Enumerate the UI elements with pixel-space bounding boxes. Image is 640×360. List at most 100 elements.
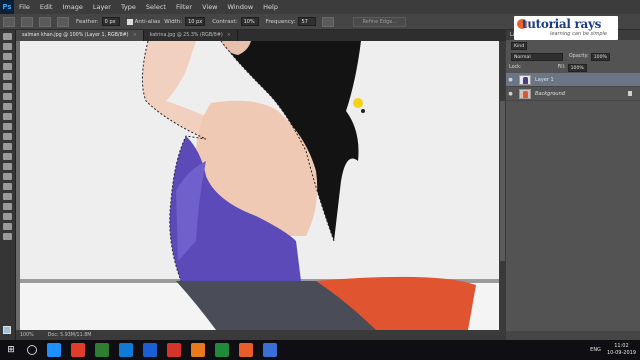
quick-select-tool-icon[interactable]: [3, 63, 12, 70]
tab-katrina[interactable]: katrina.jpg @ 25.3% (RGB/8#) ×: [144, 30, 238, 41]
hand-tool-icon[interactable]: [3, 213, 12, 220]
task-view-icon[interactable]: [47, 343, 61, 357]
layers-panel-footer: [506, 331, 640, 340]
path-select-tool-icon[interactable]: [3, 193, 12, 200]
language-indicator[interactable]: ENG: [590, 347, 601, 353]
blur-tool-icon[interactable]: [3, 153, 12, 160]
feather-input[interactable]: 0 px: [101, 17, 120, 26]
blend-mode-select[interactable]: Normal: [511, 52, 563, 61]
type-tool-icon[interactable]: [3, 183, 12, 190]
clock[interactable]: 11:02 10-09-2019: [607, 343, 636, 357]
zoom-level[interactable]: 100%: [20, 333, 34, 338]
antialias-label: Anti-alias: [134, 18, 161, 25]
fill-input[interactable]: 100%: [567, 63, 587, 72]
refine-edge-button[interactable]: Refine Edge...: [353, 16, 407, 27]
add-selection-icon[interactable]: [39, 16, 51, 27]
layer-filter-row: Kind: [506, 40, 640, 51]
watermark-subtitle: learning can be simple: [550, 31, 607, 37]
contrast-input[interactable]: 10%: [240, 17, 259, 26]
layer-row-background[interactable]: ● Background: [506, 87, 640, 101]
feather-label: Feather:: [76, 18, 99, 25]
tutorial-rays-watermark: tutorial rays learning can be simple: [514, 16, 618, 40]
eye-icon[interactable]: ●: [506, 91, 515, 97]
windows-taskbar: ⊞ ENG 11:02 10-09-2019: [0, 340, 640, 360]
magnetic-lasso-icon[interactable]: [3, 16, 15, 27]
menu-select[interactable]: Select: [141, 3, 171, 11]
clock-time: 11:02: [614, 343, 629, 349]
powerpoint-icon[interactable]: [191, 343, 205, 357]
vertical-scrollbar[interactable]: [499, 41, 506, 330]
document-canvas[interactable]: [16, 41, 499, 330]
new-selection-icon[interactable]: [21, 16, 33, 27]
width-input[interactable]: 10 px: [185, 17, 206, 26]
eye-icon[interactable]: ●: [506, 77, 515, 83]
tab-salman-khan[interactable]: salman khan.jpg @ 100% (Layer 1, RGB/8#)…: [16, 30, 144, 41]
history-brush-tool-icon[interactable]: [3, 123, 12, 130]
frequency-label: Frequency:: [265, 18, 296, 25]
layer-row-layer-1[interactable]: ● Layer 1: [506, 73, 640, 87]
menu-type[interactable]: Type: [116, 3, 141, 11]
menu-view[interactable]: View: [197, 3, 222, 11]
shape-tool-icon[interactable]: [3, 203, 12, 210]
menu-image[interactable]: Image: [57, 3, 87, 11]
close-icon[interactable]: ×: [133, 33, 137, 38]
photoshop-window: Ps File Edit Image Layer Type Select Fil…: [0, 0, 640, 360]
menu-bar: Ps File Edit Image Layer Type Select Fil…: [0, 0, 640, 14]
doc-size: Doc: 5.93M/11.8M: [47, 332, 92, 338]
stamp-tool-icon[interactable]: [3, 113, 12, 120]
opera-icon[interactable]: [71, 343, 85, 357]
layer-name[interactable]: Background: [535, 91, 565, 97]
photoshop-task-icon[interactable]: [119, 343, 133, 357]
brush-tool-icon[interactable]: [3, 103, 12, 110]
tab-label: salman khan.jpg @ 100% (Layer 1, RGB/8#): [22, 33, 129, 38]
close-icon[interactable]: ×: [227, 33, 231, 38]
blend-row: Normal Opacity: 100%: [506, 51, 640, 62]
opacity-label: Opacity:: [569, 54, 589, 59]
clock-date: 10-09-2019: [606, 350, 636, 356]
windows-start-icon[interactable]: ⊞: [0, 345, 22, 355]
file-explorer-icon[interactable]: [95, 343, 109, 357]
pen-tool-icon[interactable]: [3, 173, 12, 180]
foreground-color-swatch[interactable]: [3, 326, 11, 334]
menu-help[interactable]: Help: [258, 3, 283, 11]
dodge-tool-icon[interactable]: [3, 163, 12, 170]
antialias-checkbox[interactable]: [126, 18, 133, 25]
opacity-input[interactable]: 100%: [590, 52, 610, 61]
lasso-tool-icon[interactable]: [3, 53, 12, 60]
app-icon[interactable]: [239, 343, 253, 357]
contrast-label: Contrast:: [212, 18, 238, 25]
kind-filter-select[interactable]: Kind: [511, 41, 528, 50]
frequency-input[interactable]: 57: [298, 17, 317, 26]
canvas-image[interactable]: [16, 41, 499, 330]
app-icon[interactable]: [263, 343, 277, 357]
zoom-tool-icon[interactable]: [3, 223, 12, 230]
menu-filter[interactable]: Filter: [171, 3, 197, 11]
marquee-tool-icon[interactable]: [3, 43, 12, 50]
layer-thumbnail: [519, 74, 531, 85]
status-bar: 100% Doc: 5.93M/11.8M: [16, 330, 506, 340]
scrollbar-thumb[interactable]: [500, 101, 505, 261]
width-label: Width:: [164, 18, 183, 25]
menu-file[interactable]: File: [14, 3, 35, 11]
document-tabs: salman khan.jpg @ 100% (Layer 1, RGB/8#)…: [16, 30, 506, 41]
layer-name[interactable]: Layer 1: [535, 77, 554, 83]
system-tray: ENG 11:02 10-09-2019: [590, 343, 640, 357]
menu-layer[interactable]: Layer: [88, 3, 116, 11]
eraser-tool-icon[interactable]: [3, 133, 12, 140]
tablet-pressure-icon[interactable]: [322, 16, 335, 27]
chrome-icon[interactable]: [167, 343, 181, 357]
menu-edit[interactable]: Edit: [35, 3, 58, 11]
subtract-selection-icon[interactable]: [57, 16, 69, 27]
crop-tool-icon[interactable]: [3, 73, 12, 80]
gradient-tool-icon[interactable]: [3, 143, 12, 150]
healing-tool-icon[interactable]: [3, 93, 12, 100]
app-icon[interactable]: [143, 343, 157, 357]
eyedropper-tool-icon[interactable]: [3, 83, 12, 90]
move-tool-icon[interactable]: [3, 33, 12, 40]
menu-window[interactable]: Window: [223, 3, 259, 11]
lock-label: Lock:: [509, 65, 522, 70]
search-icon[interactable]: [27, 345, 37, 355]
tools-panel: [0, 30, 16, 340]
more-tools-icon[interactable]: [3, 233, 12, 240]
excel-icon[interactable]: [215, 343, 229, 357]
